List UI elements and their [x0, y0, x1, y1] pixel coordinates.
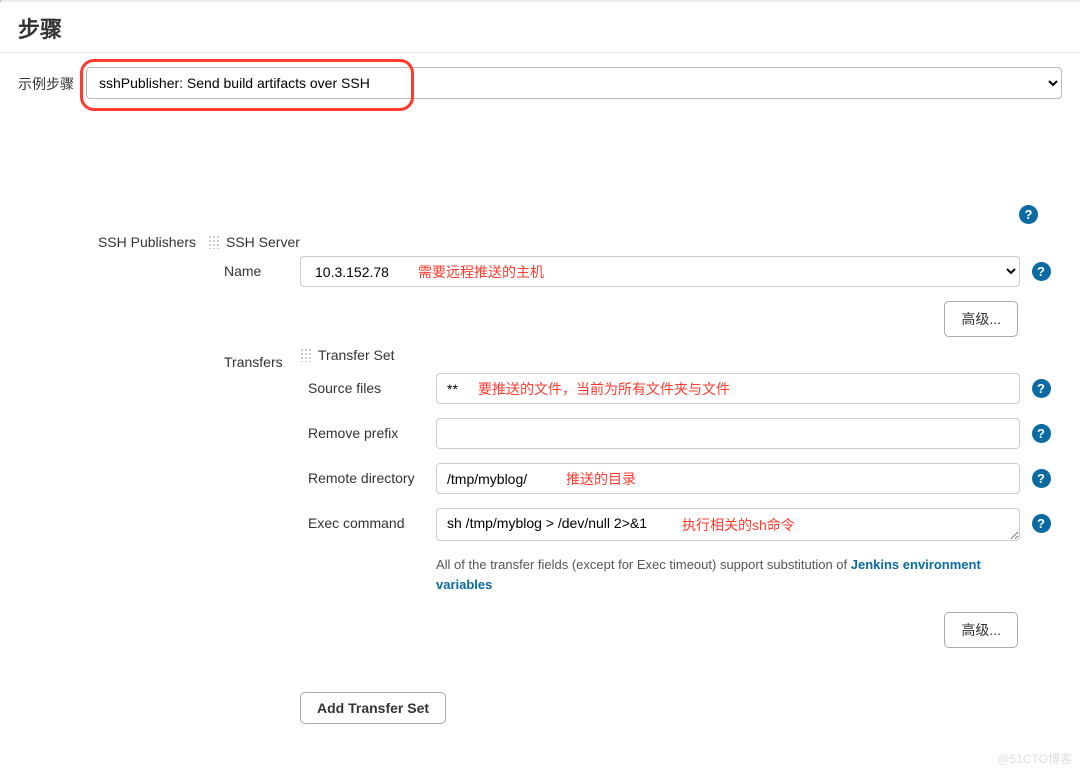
transfers-label: Transfers — [208, 347, 300, 370]
transfer-hint: All of the transfer fields (except for E… — [436, 555, 1020, 594]
watermark: @51CTO博客 — [997, 750, 1072, 767]
ssh-server-label: SSH Server — [226, 234, 300, 250]
server-name-select[interactable]: 10.3.152.78 — [300, 256, 1020, 287]
drag-handle-icon[interactable] — [208, 235, 220, 249]
source-files-label: Source files — [308, 373, 436, 396]
remote-directory-label: Remote directory — [308, 463, 436, 486]
remove-prefix-input[interactable] — [436, 418, 1020, 449]
example-step-label: 示例步骤 — [18, 67, 86, 94]
drag-handle-icon[interactable] — [300, 348, 312, 362]
help-icon[interactable]: ? — [1032, 379, 1051, 398]
advanced-button[interactable]: 高级... — [944, 301, 1018, 337]
name-label: Name — [208, 256, 300, 279]
remove-prefix-label: Remove prefix — [308, 418, 436, 441]
source-files-input[interactable] — [436, 373, 1020, 404]
help-icon[interactable]: ? — [1032, 514, 1051, 533]
help-icon[interactable]: ? — [1032, 424, 1051, 443]
add-transfer-set-button[interactable]: Add Transfer Set — [300, 692, 446, 724]
example-step-select[interactable]: sshPublisher: Send build artifacts over … — [86, 67, 1062, 99]
remote-directory-input[interactable] — [436, 463, 1020, 494]
exec-command-label: Exec command — [308, 508, 436, 531]
exec-command-input[interactable] — [436, 508, 1020, 541]
ssh-publishers-label: SSH Publishers — [20, 234, 208, 250]
help-icon[interactable]: ? — [1032, 262, 1051, 281]
page-title: 步骤 — [0, 2, 1080, 53]
help-icon[interactable]: ? — [1032, 469, 1051, 488]
transfer-set-label: Transfer Set — [318, 347, 395, 363]
advanced-button-2[interactable]: 高级... — [944, 612, 1018, 648]
help-icon[interactable]: ? — [1019, 205, 1038, 224]
